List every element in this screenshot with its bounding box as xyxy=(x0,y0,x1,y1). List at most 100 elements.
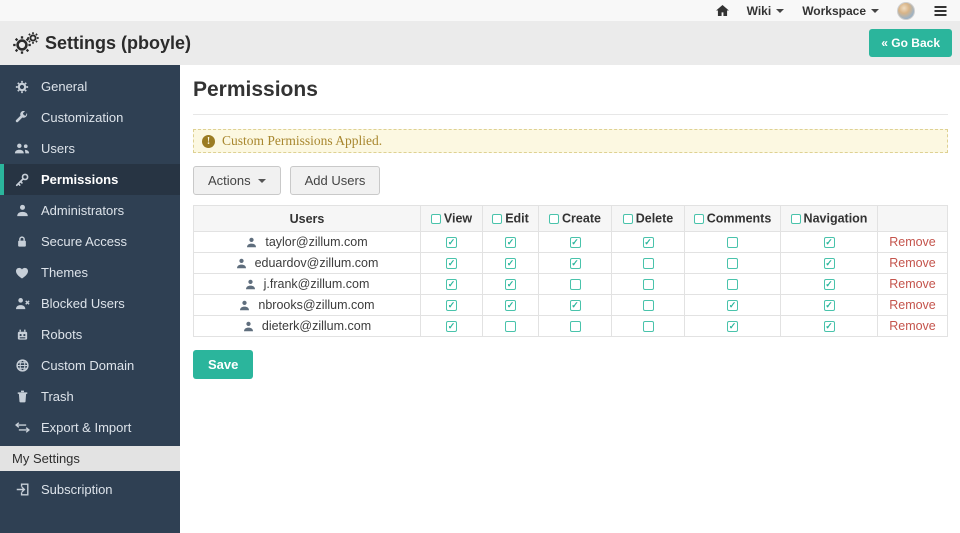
sidebar-item-general[interactable]: General xyxy=(0,71,180,102)
add-users-button[interactable]: Add Users xyxy=(290,166,381,195)
view-permission-checkbox[interactable] xyxy=(446,258,457,269)
delete-permission-checkbox[interactable] xyxy=(643,300,654,311)
view-permission-checkbox[interactable] xyxy=(446,237,457,248)
sidebar-item-administrators[interactable]: Administrators xyxy=(0,195,180,226)
delete-permission-checkbox[interactable] xyxy=(643,237,654,248)
add-users-label: Add Users xyxy=(305,173,366,188)
remove-user-link[interactable]: Remove xyxy=(889,277,936,291)
sidebar-item-my-settings[interactable]: My Settings xyxy=(0,446,180,471)
robot-icon xyxy=(14,328,30,341)
sidebar-item-label: Subscription xyxy=(41,482,113,497)
create-permission-checkbox[interactable] xyxy=(570,237,581,248)
sidebar-item-users[interactable]: Users xyxy=(0,133,180,164)
comments-permission-checkbox[interactable] xyxy=(727,300,738,311)
sign-in-icon xyxy=(14,483,30,496)
column-label: Navigation xyxy=(804,212,868,226)
comments-permission-checkbox[interactable] xyxy=(727,279,738,290)
navigation-permission-checkbox[interactable] xyxy=(824,258,835,269)
comments-permission-checkbox[interactable] xyxy=(727,321,738,332)
remove-user-link[interactable]: Remove xyxy=(889,298,936,312)
nav-workspace-dropdown[interactable]: Workspace xyxy=(802,4,879,18)
remove-user-link[interactable]: Remove xyxy=(889,319,936,333)
column-header-view: View xyxy=(421,206,483,232)
person-icon xyxy=(246,237,257,248)
person-icon xyxy=(245,279,256,290)
go-back-button[interactable]: « Go Back xyxy=(869,29,952,57)
navigation-permission-checkbox[interactable] xyxy=(824,279,835,290)
user-email-cell: j.frank@zillum.com xyxy=(194,274,421,295)
select-all-edit-checkbox[interactable] xyxy=(492,214,502,224)
delete-permission-checkbox[interactable] xyxy=(643,279,654,290)
sidebar-item-themes[interactable]: Themes xyxy=(0,257,180,288)
column-header-create: Create xyxy=(539,206,612,232)
sidebar-item-label: Themes xyxy=(41,265,88,280)
sidebar-item-label: Robots xyxy=(41,327,82,342)
sidebar-item-custom-domain[interactable]: Custom Domain xyxy=(0,350,180,381)
trash-icon xyxy=(14,390,30,403)
sidebar-item-label: General xyxy=(41,79,87,94)
sidebar-item-label: Secure Access xyxy=(41,234,127,249)
view-permission-checkbox[interactable] xyxy=(446,279,457,290)
create-permission-checkbox[interactable] xyxy=(570,300,581,311)
top-navigation-bar: Wiki Workspace xyxy=(0,0,960,21)
exchange-icon xyxy=(14,422,30,433)
create-permission-checkbox[interactable] xyxy=(570,279,581,290)
sidebar-item-blocked-users[interactable]: Blocked Users xyxy=(0,288,180,319)
delete-permission-checkbox[interactable] xyxy=(643,258,654,269)
sidebar-item-label: Administrators xyxy=(41,203,124,218)
remove-user-link[interactable]: Remove xyxy=(889,235,936,249)
nav-wiki-label: Wiki xyxy=(747,4,772,18)
sidebar-item-subscription[interactable]: Subscription xyxy=(0,474,180,505)
navigation-permission-checkbox[interactable] xyxy=(824,300,835,311)
user-avatar[interactable] xyxy=(897,2,915,20)
comments-permission-checkbox[interactable] xyxy=(727,258,738,269)
view-permission-checkbox[interactable] xyxy=(446,300,457,311)
select-all-navigation-checkbox[interactable] xyxy=(791,214,801,224)
sidebar-item-label: My Settings xyxy=(12,451,80,466)
nav-wiki-dropdown[interactable]: Wiki xyxy=(747,4,785,18)
navigation-permission-checkbox[interactable] xyxy=(824,321,835,332)
sidebar-item-trash[interactable]: Trash xyxy=(0,381,180,412)
comments-permission-checkbox[interactable] xyxy=(727,237,738,248)
create-permission-checkbox[interactable] xyxy=(570,258,581,269)
user-email-cell: dieterk@zillum.com xyxy=(194,316,421,337)
chevron-down-icon xyxy=(258,179,266,183)
notice-text: Custom Permissions Applied. xyxy=(222,133,382,149)
column-label: View xyxy=(444,212,472,226)
user-email: nbrooks@zillum.com xyxy=(258,298,374,312)
permissions-table: UsersViewEditCreateDeleteCommentsNavigat… xyxy=(193,205,948,337)
user-email: dieterk@zillum.com xyxy=(262,319,371,333)
remove-user-link[interactable]: Remove xyxy=(889,256,936,270)
column-header-navigation: Navigation xyxy=(781,206,878,232)
user-icon xyxy=(14,204,30,217)
sidebar-item-export-import[interactable]: Export & Import xyxy=(0,412,180,443)
edit-permission-checkbox[interactable] xyxy=(505,279,516,290)
sidebar-item-robots[interactable]: Robots xyxy=(0,319,180,350)
edit-permission-checkbox[interactable] xyxy=(505,237,516,248)
home-icon[interactable] xyxy=(716,5,729,16)
edit-permission-checkbox[interactable] xyxy=(505,258,516,269)
sidebar-item-permissions[interactable]: Permissions xyxy=(0,164,180,195)
sidebar-item-customization[interactable]: Customization xyxy=(0,102,180,133)
select-all-delete-checkbox[interactable] xyxy=(623,214,633,224)
save-button[interactable]: Save xyxy=(193,350,253,379)
column-label: Edit xyxy=(505,212,529,226)
edit-permission-checkbox[interactable] xyxy=(505,321,516,332)
select-all-comments-checkbox[interactable] xyxy=(694,214,704,224)
settings-sidebar: General CustomizationUsersPermissions Admi… xyxy=(0,65,180,533)
select-all-create-checkbox[interactable] xyxy=(549,214,559,224)
sidebar-item-label: Custom Domain xyxy=(41,358,134,373)
actions-dropdown-button[interactable]: Actions xyxy=(193,166,281,195)
page-title: Settings (pboyle) xyxy=(45,33,191,54)
chevron-down-icon xyxy=(776,9,784,13)
user-x-icon xyxy=(14,297,30,310)
hamburger-menu-icon[interactable] xyxy=(933,5,948,17)
view-permission-checkbox[interactable] xyxy=(446,321,457,332)
select-all-view-checkbox[interactable] xyxy=(431,214,441,224)
navigation-permission-checkbox[interactable] xyxy=(824,237,835,248)
edit-permission-checkbox[interactable] xyxy=(505,300,516,311)
delete-permission-checkbox[interactable] xyxy=(643,321,654,332)
create-permission-checkbox[interactable] xyxy=(570,321,581,332)
user-email-cell: nbrooks@zillum.com xyxy=(194,295,421,316)
sidebar-item-secure-access[interactable]: Secure Access xyxy=(0,226,180,257)
